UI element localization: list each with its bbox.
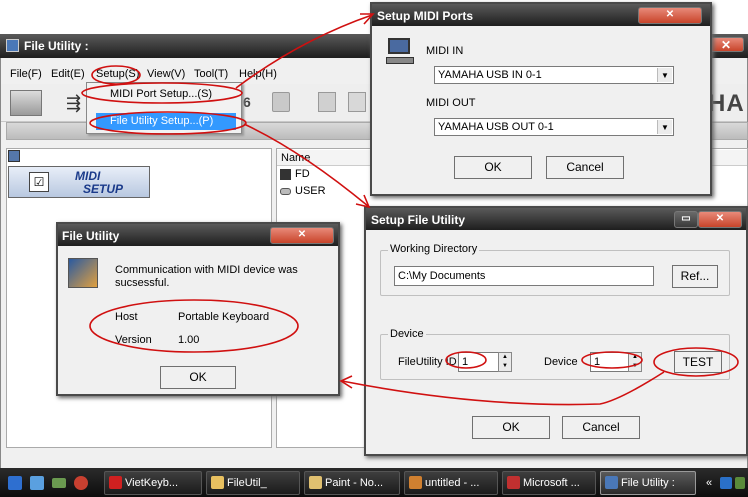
info-ok-button[interactable]: OK [160,366,236,389]
host-label: Host [115,311,138,323]
trash-icon[interactable] [272,92,290,112]
version-label: Version [115,334,152,346]
taskbar-item-label: FileUtil_ [227,477,267,489]
test-button[interactable]: TEST [674,351,722,373]
list-item-label: FD [295,168,310,180]
slider-tool-icon[interactable]: ⇶ [66,93,88,115]
list-item-label: USER [295,185,326,197]
taskbar-item-untitled[interactable]: untitled - ... [404,471,498,495]
file-utility-setup-title: Setup File Utility [371,213,466,227]
version-value: 1.00 [178,334,200,346]
menu-file[interactable]: File(F) [10,68,42,80]
taskbar-item-paint[interactable]: Paint - No... [304,471,400,495]
main-close-button[interactable]: ✕ [708,37,744,52]
taskbar-item-label: Paint - No... [325,477,384,489]
info-dialog-title: File Utility [62,229,120,243]
app-icon [6,39,19,52]
taskbar-item-file-utility[interactable]: File Utility : [600,471,696,495]
folder-icon [211,476,224,489]
paint-icon [309,476,322,489]
floppy-icon [280,169,291,180]
quicklaunch-icon[interactable] [74,476,88,490]
device-group-label: Device [388,328,426,340]
info-dialog-titlebar[interactable]: File Utility ✕ [58,224,338,246]
midi-in-label: MIDI IN [426,45,464,57]
midi-setup-button[interactable]: ☑ MIDI SETUP [8,166,150,198]
microsoft-icon [507,476,520,489]
settings-tool-icon[interactable] [10,90,42,116]
menu-help[interactable]: Help(H) [239,68,277,80]
midi-out-value: YAMAHA USB OUT 0-1 [438,121,554,133]
device-label: Device [544,356,578,368]
midi-out-select[interactable]: YAMAHA USB OUT 0-1 ▼ [434,118,674,136]
column-name-header[interactable]: Name [281,152,310,164]
menu-edit[interactable]: Edit(E) [51,68,85,80]
taskbar-item-fileutil-folder[interactable]: FileUtil_ [206,471,300,495]
menu-tool[interactable]: Tool(T) [194,68,228,80]
midi-in-select[interactable]: YAMAHA USB IN 0-1 ▼ [434,66,674,84]
fileutility-id-input[interactable]: 1 [458,352,500,372]
tray-icon[interactable] [735,477,745,489]
menu-item-midi-port-setup[interactable]: MIDI Port Setup...(S) [110,88,212,100]
midi-setup-icon: ☑ [29,172,49,192]
quicklaunch-icon[interactable] [30,476,44,490]
taskbar-item-label: Microsoft ... [523,477,580,489]
taskbar-item-label: File Utility : [621,477,675,489]
chevron-down-icon[interactable]: ▼ [657,68,672,82]
midi-ports-dialog [370,2,712,196]
drive-icon [280,188,291,195]
fileutility-id-spinner[interactable]: ▲ ▼ [498,352,512,372]
quicklaunch-icon[interactable] [8,476,22,490]
taskbar-item-vietkey[interactable]: VietKeyb... [104,471,202,495]
taskbar-item-microsoft[interactable]: Microsoft ... [502,471,596,495]
midi-out-label: MIDI OUT [426,97,476,109]
file-utility-setup-ok-button[interactable]: OK [472,416,550,439]
ref-button[interactable]: Ref... [672,265,718,288]
midi-setup-label-midi: MIDI [75,169,101,183]
list-item[interactable]: FD [280,168,340,182]
quicklaunch-icon[interactable] [52,478,66,488]
vietkey-icon [109,476,122,489]
device-input[interactable]: 1 [590,352,630,372]
device-spinner[interactable]: ▲ ▼ [628,352,642,372]
menu-setup[interactable]: Setup(S) [96,68,139,80]
app-icon [605,476,618,489]
file-utility-setup-titlebar[interactable]: Setup File Utility ▭ ✕ [366,208,746,230]
brand-logo: HA [708,90,745,117]
working-directory-input[interactable]: C:\My Documents [394,266,654,286]
minimize-button[interactable]: ▭ [674,211,698,228]
main-window-title: File Utility : [24,39,89,53]
midi-ports-close-button[interactable]: ✕ [638,7,702,24]
edit-tool-icon[interactable] [318,92,336,112]
info-icon [68,258,98,288]
tray-icon[interactable] [720,477,732,489]
midi-in-value: YAMAHA USB IN 0-1 [438,69,542,81]
info-dialog-close-button[interactable]: ✕ [270,227,334,244]
panel-small-icon [8,150,20,162]
midi-ports-titlebar[interactable]: Setup MIDI Ports ✕ [372,4,710,26]
tray-icon[interactable]: « [706,477,716,489]
info-message-line1: Communication with MIDI device was [115,264,298,276]
midi-setup-label-setup: SETUP [83,182,124,196]
number-tool-icon[interactable]: 6 [243,94,255,112]
fileutility-id-label: FileUtility ID [398,356,457,368]
menu-view[interactable]: View(V) [147,68,185,80]
file-utility-setup-close-button[interactable]: ✕ [698,211,742,228]
menu-item-file-utility-setup[interactable]: File Utility Setup...(P) [96,113,236,130]
taskbar-item-label: VietKeyb... [125,477,178,489]
info-message-line2: sucsessful. [115,277,170,289]
host-value: Portable Keyboard [178,311,270,323]
working-directory-group-label: Working Directory [388,243,480,255]
document-icon [409,476,422,489]
midi-ports-ok-button[interactable]: OK [454,156,532,179]
midi-device-icon [386,38,414,66]
copy-tool-icon[interactable] [348,92,366,112]
midi-ports-cancel-button[interactable]: Cancel [546,156,624,179]
taskbar-item-label: untitled - ... [425,477,480,489]
list-item[interactable]: USER [280,185,340,199]
chevron-down-icon[interactable]: ▼ [657,120,672,134]
file-utility-setup-cancel-button[interactable]: Cancel [562,416,640,439]
midi-ports-title: Setup MIDI Ports [377,9,474,23]
